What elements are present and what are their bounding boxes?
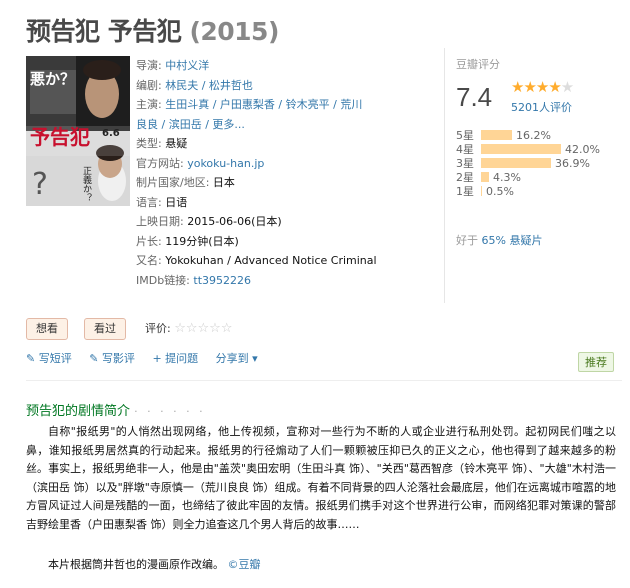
- genre-label: 类型:: [136, 137, 162, 150]
- summary-title: 预告犯的剧情简介: [26, 404, 131, 419]
- write-longreview-action[interactable]: ✎ 写影评: [89, 352, 135, 365]
- share-dropdown[interactable]: 分享到 ▾: [216, 352, 258, 365]
- cast-link-line1[interactable]: 生田斗真 / 户田惠梨香 / 铃木亮平 / 荒川: [165, 98, 362, 111]
- imdb-link[interactable]: tt3952226: [193, 274, 251, 287]
- rating-pct: 4.3%: [493, 170, 521, 184]
- rating-panel: 豆瓣评分 7.4 ★★★★★ 5201人评价 5星 16.2% 4星 42.0% 3…: [456, 56, 621, 247]
- rating-stars: ★★★★★: [511, 78, 574, 96]
- website-label: 官方网站:: [136, 156, 184, 170]
- info-country: 制片国家/地区: 日本: [136, 173, 436, 193]
- info-release: 上映日期: 2015-06-06(日本): [136, 212, 436, 232]
- runtime-label: 片长:: [136, 234, 162, 248]
- info-director: 导演: 中村义洋: [136, 56, 436, 76]
- info-cast-cont: 良良 / 滨田岳 / 更多...: [136, 115, 436, 135]
- aka-label: 又名:: [136, 254, 162, 267]
- language-value: 日语: [165, 195, 188, 209]
- better-than-link[interactable]: 65% 悬疑片: [482, 234, 543, 247]
- rating-votes-link[interactable]: 5201人评价: [511, 99, 572, 115]
- summary-note: 本片根据筒井哲也的漫画原作改编。 ©豆瓣: [26, 556, 616, 572]
- rating-bar-row[interactable]: 2星 4.3%: [456, 170, 600, 185]
- section-divider: [26, 380, 622, 381]
- info-writer: 编剧: 林民夫 / 松井哲也: [136, 76, 436, 96]
- info-aka: 又名: Yokokuhan / Advanced Notice Criminal: [136, 251, 436, 271]
- runtime-value: 119分钟(日本): [165, 234, 239, 248]
- recommend-button[interactable]: 推荐: [578, 352, 614, 372]
- release-label: 上映日期:: [136, 215, 184, 228]
- ask-question-action[interactable]: + 提问题: [152, 352, 198, 365]
- write-review-action[interactable]: ✎ 写短评: [26, 352, 72, 365]
- poster-top-text: 悪か？: [30, 70, 75, 88]
- info-cast: 主演: 生田斗真 / 户田惠梨香 / 铃木亮平 / 荒川: [136, 95, 436, 115]
- rating-bar: [481, 172, 489, 182]
- rating-bar: [481, 186, 482, 196]
- svg-text:?: ?: [32, 167, 48, 202]
- info-imdb: IMDb链接: tt3952226: [136, 271, 436, 291]
- rating-star-label: 1星: [456, 185, 474, 198]
- poster-side-text: 正義か？: [81, 166, 92, 202]
- summary-heading: 预告犯的剧情简介 · · · · · ·: [26, 400, 206, 419]
- imdb-label: IMDb链接:: [136, 273, 190, 287]
- write-longreview-label: 写影评: [101, 352, 135, 365]
- aka-value: Yokokuhan / Advanced Notice Criminal: [165, 254, 377, 267]
- language-label: 语言:: [136, 195, 162, 209]
- poster-image: 悪か？ 予告犯 6.6 正義か？ ?: [26, 56, 130, 206]
- rating-bar: [481, 130, 512, 140]
- rating-pct: 42.0%: [565, 142, 600, 156]
- rating-bar: [481, 158, 551, 168]
- movie-title: 预告犯 予告犯: [26, 17, 182, 46]
- chevron-down-icon: ▾: [252, 352, 258, 365]
- page-title: 预告犯 予告犯 (2015): [26, 12, 279, 48]
- info-language: 语言: 日语: [136, 193, 436, 213]
- genre-value: 悬疑: [165, 137, 188, 150]
- better-than: 好于 65% 悬疑片: [456, 232, 542, 248]
- country-value: 日本: [212, 176, 235, 189]
- rating-pct: 36.9%: [555, 156, 590, 170]
- writer-link[interactable]: 林民夫 / 松井哲也: [165, 79, 253, 92]
- want-to-watch-button[interactable]: 想看: [26, 318, 68, 340]
- cast-link-line2[interactable]: 良良 / 滨田岳 / 更多...: [136, 118, 245, 131]
- share-label: 分享到: [215, 352, 249, 365]
- summary-note-text: 本片根据筒井哲也的漫画原作改编。: [48, 558, 224, 571]
- summary-heading-dots: · · · · · ·: [134, 405, 206, 418]
- country-label: 制片国家/地区:: [136, 176, 210, 189]
- rating-distribution: 5星 16.2% 4星 42.0% 3星 36.9% 2星 4.3% 1星 0.5%: [456, 128, 600, 199]
- write-review-label: 写短评: [38, 352, 72, 365]
- watched-button[interactable]: 看过: [84, 318, 126, 340]
- director-link[interactable]: 中村义洋: [165, 59, 209, 72]
- rating-bar-row[interactable]: 5星 16.2%: [456, 128, 600, 143]
- rate-stars-input[interactable]: ☆☆☆☆☆: [174, 321, 232, 336]
- rating-bar: [481, 144, 561, 154]
- cast-label: 主演:: [136, 98, 162, 111]
- info-runtime: 片长: 119分钟(日本): [136, 232, 436, 252]
- rating-bar-row[interactable]: 4星 42.0%: [456, 142, 600, 157]
- movie-year: (2015): [189, 17, 279, 46]
- poster-title-text: 予告犯: [30, 125, 90, 149]
- summary-text: 自称"报纸男"的人悄然出现网络，他上传视频，宣称对一些行为不断的人或企业进行私刑…: [26, 425, 616, 531]
- rate-widget: 评价: ☆☆☆☆☆: [145, 320, 233, 336]
- director-label: 导演:: [136, 59, 162, 72]
- rating-bar-row[interactable]: 3星 36.9%: [456, 156, 600, 171]
- ask-question-label: 提问题: [165, 352, 199, 365]
- release-value: 2015-06-06(日本): [187, 215, 282, 228]
- action-bar: ✎ 写短评 ✎ 写影评 + 提问题 分享到 ▾: [26, 350, 272, 366]
- movie-info: 导演: 中村义洋 编剧: 林民夫 / 松井哲也 主演: 生田斗真 / 户田惠梨香…: [136, 56, 436, 290]
- info-website: 官方网站: yokoku-han.jp: [136, 154, 436, 174]
- rating-pct: 16.2%: [516, 128, 551, 142]
- better-than-prefix: 好于: [456, 234, 478, 247]
- rate-label: 评价:: [145, 322, 171, 335]
- info-genre: 类型: 悬疑: [136, 134, 436, 154]
- poster-date-text: 6.6: [102, 128, 120, 139]
- rating-score: 7.4: [456, 82, 493, 112]
- rating-bar-row[interactable]: 1星 0.5%: [456, 184, 600, 199]
- website-link[interactable]: yokoku-han.jp: [187, 157, 264, 170]
- douban-source-link[interactable]: ©豆瓣: [228, 558, 261, 571]
- rating-title: 豆瓣评分: [456, 58, 500, 71]
- movie-poster[interactable]: 悪か？ 予告犯 6.6 正義か？ ?: [26, 56, 130, 206]
- rating-pct: 0.5%: [486, 184, 514, 198]
- divider: [444, 48, 445, 303]
- writer-label: 编剧:: [136, 78, 162, 92]
